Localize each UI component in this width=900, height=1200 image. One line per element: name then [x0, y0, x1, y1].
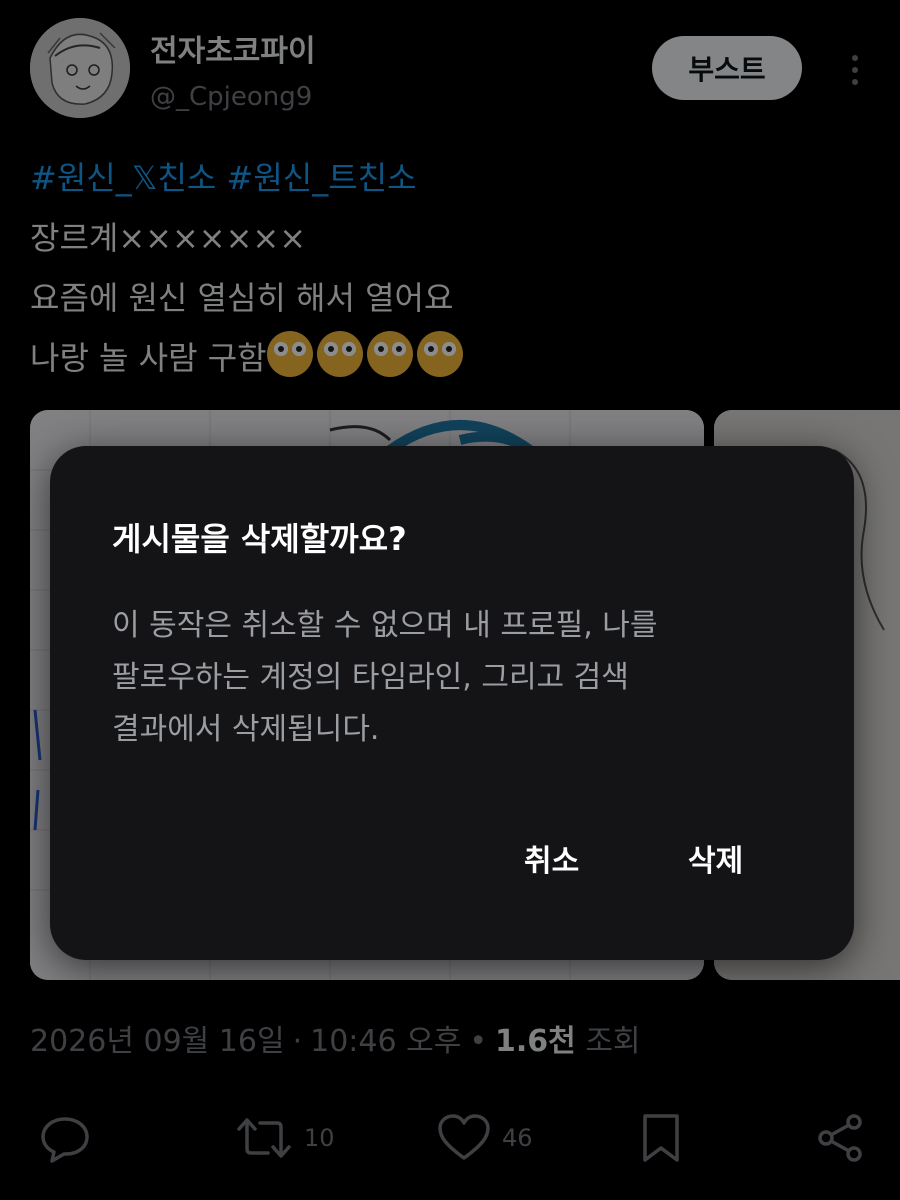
dialog-title: 게시물을 삭제할까요?	[112, 520, 407, 558]
tweet-header: 전자초코파이 @_Cpjeong9 부스트	[0, 0, 900, 130]
tweet-line: 장르계×××××××	[30, 219, 307, 257]
reply-button[interactable]	[38, 1110, 92, 1166]
share-button[interactable]	[814, 1110, 866, 1166]
delete-button[interactable]: 삭제	[684, 836, 747, 880]
tweet-line: 요즘에 원신 열심히 해서 열어요	[30, 279, 454, 317]
post-time: 10:46 오후	[310, 1024, 462, 1059]
hashtag-link[interactable]: #원신_트친소	[227, 159, 417, 197]
bookmark-icon	[643, 1114, 679, 1162]
delete-post-dialog: 게시물을 삭제할까요? 이 동작은 취소할 수 없으며 내 프로필, 나를 팔로…	[50, 446, 854, 960]
bookmark-button[interactable]	[638, 1110, 684, 1166]
flushed-face-emoji	[316, 331, 363, 377]
tweet-text: #원신_𝕏친소 #원신_트친소 장르계××××××× 요즘에 원신 열심히 해서…	[30, 148, 870, 388]
heart-icon	[438, 1114, 490, 1160]
views-label: 조회	[585, 1024, 641, 1059]
tweet-line-text: 나랑 놀 사람 구함	[30, 339, 267, 377]
flushed-face-emoji	[366, 331, 413, 377]
display-name[interactable]: 전자초코파이	[150, 26, 316, 70]
hashtag-link[interactable]: #원신_𝕏친소	[30, 159, 216, 197]
separator-dot: ·	[292, 1024, 303, 1059]
cancel-button[interactable]: 취소	[520, 836, 583, 880]
hashtag-line: #원신_𝕏친소 #원신_트친소	[30, 148, 870, 208]
avatar[interactable]	[30, 18, 130, 118]
reply-icon	[41, 1117, 89, 1163]
boost-button[interactable]: 부스트	[652, 36, 802, 100]
views-count: 1.6천	[495, 1024, 576, 1059]
post-date: 2026년 09월 16일	[30, 1024, 285, 1059]
flushed-face-emoji	[266, 331, 313, 377]
share-icon	[818, 1114, 862, 1162]
dialog-message: 이 동작은 취소할 수 없으며 내 프로필, 나를 팔로우하는 계정의 타임라인…	[112, 600, 752, 756]
tweet-line: 나랑 놀 사람 구함	[30, 328, 870, 388]
separator-dot: •	[469, 1024, 488, 1059]
dialog-message-line: 이 동작은 취소할 수 없으며 내 프로필, 나를	[112, 608, 658, 643]
like-count: 46	[502, 1124, 533, 1152]
dialog-message-line: 팔로우하는 계정의 타임라인, 그리고 검색	[112, 660, 629, 695]
avatar-sketch-image	[30, 18, 130, 118]
repost-button[interactable]: 10	[234, 1110, 335, 1166]
repost-count: 10	[304, 1124, 335, 1152]
dialog-message-line: 결과에서 삭제됩니다.	[112, 712, 380, 747]
repost-icon	[237, 1118, 291, 1158]
like-button[interactable]: 46	[436, 1110, 533, 1166]
tweet-meta: 2026년 09월 16일 · 10:46 오후 • 1.6천 조회	[30, 1016, 641, 1060]
user-handle[interactable]: @_Cpjeong9	[150, 82, 312, 112]
flushed-face-emoji	[416, 331, 463, 377]
more-options-icon[interactable]	[840, 50, 870, 90]
